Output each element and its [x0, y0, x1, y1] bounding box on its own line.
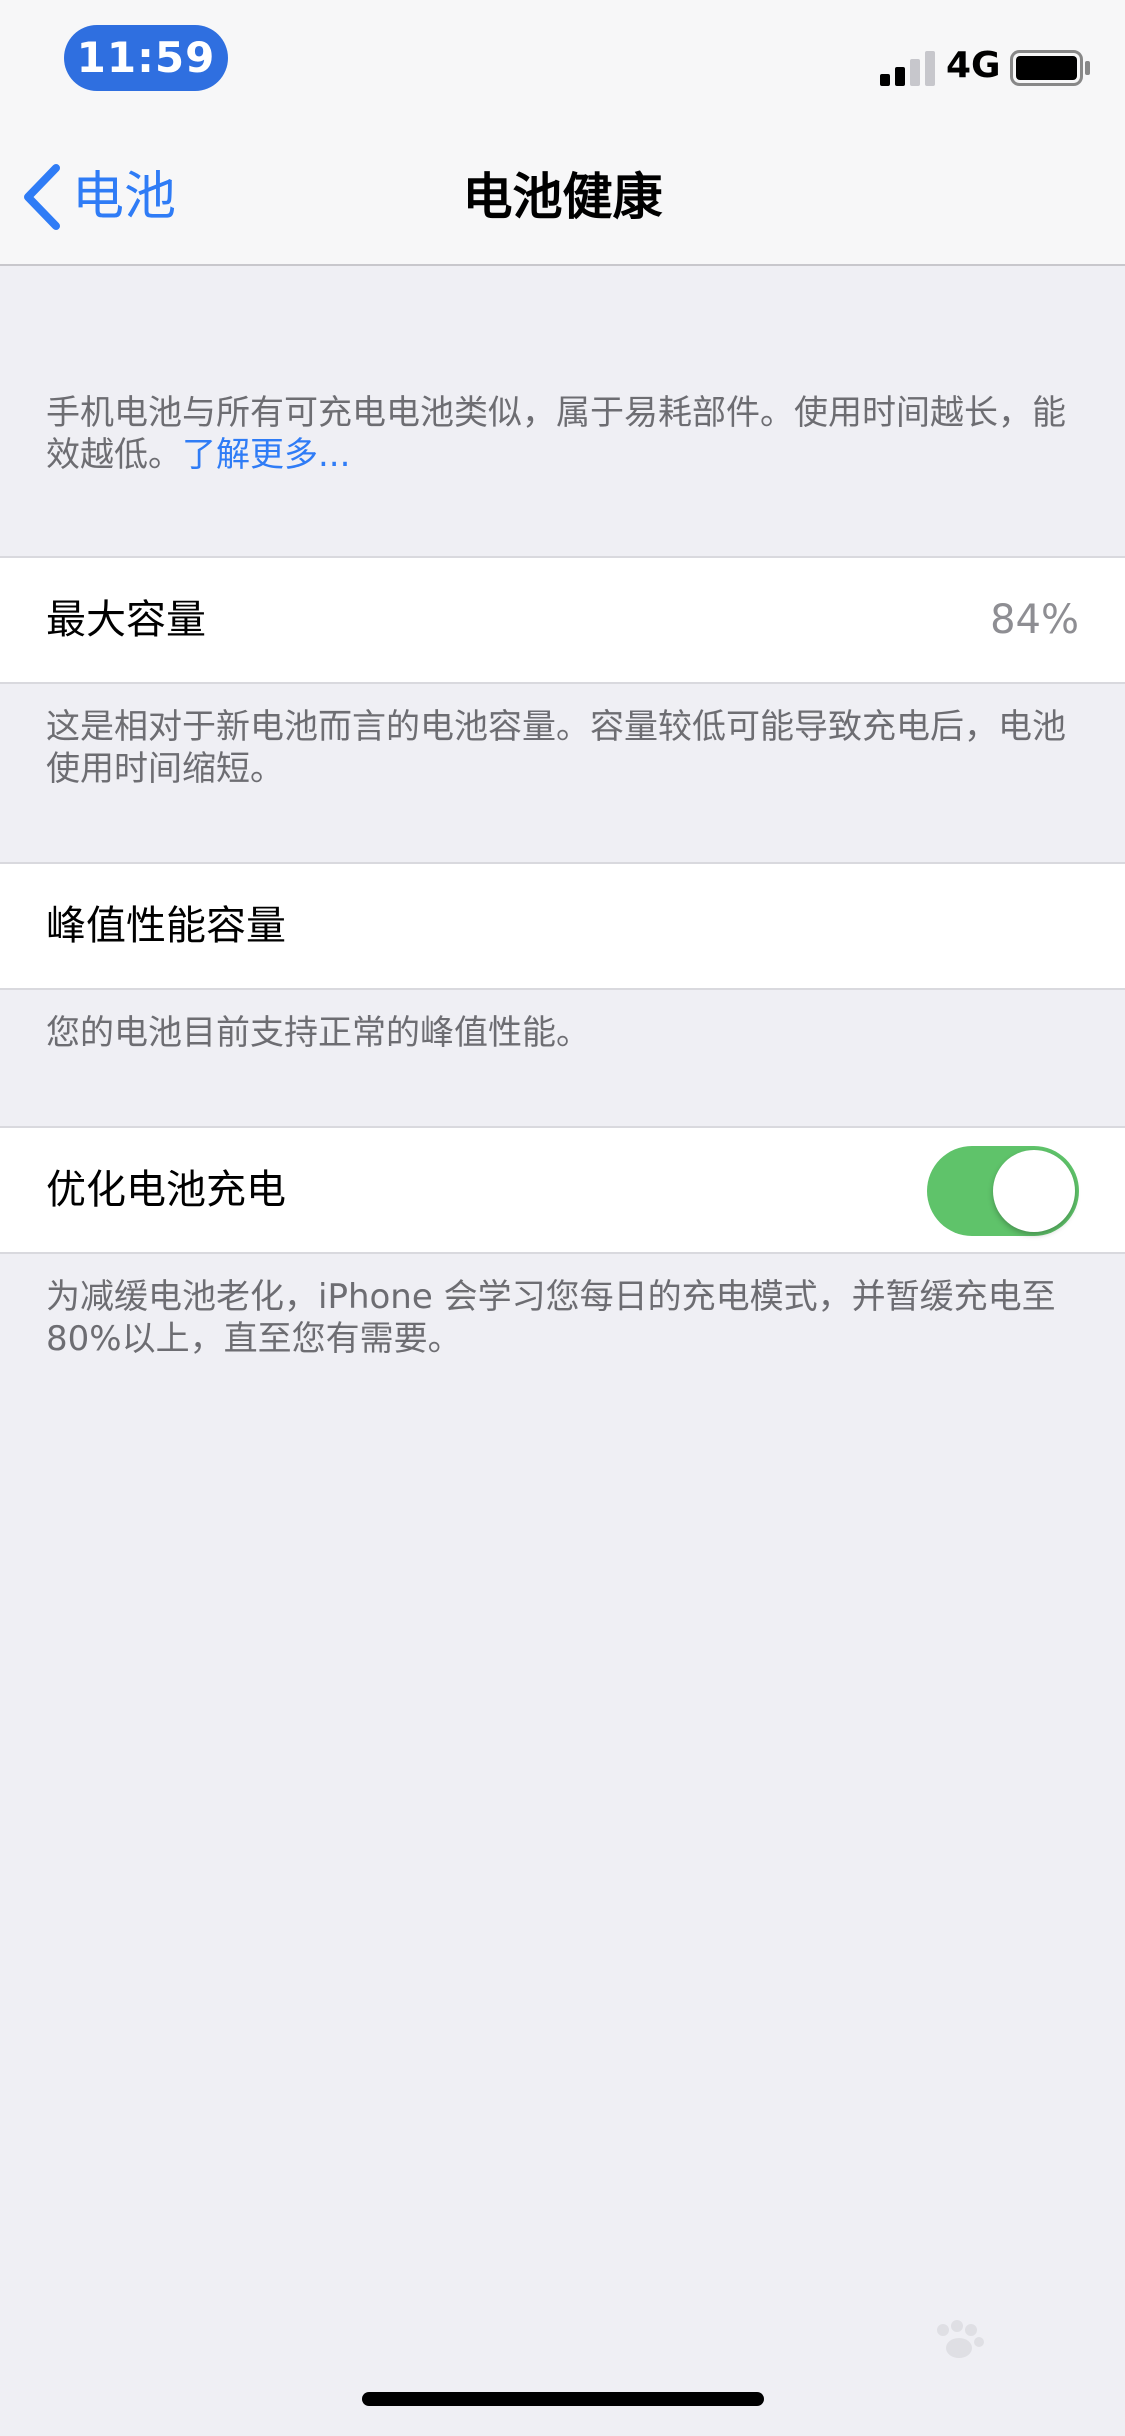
status-time[interactable]: 11:59 — [64, 25, 228, 91]
learn-more-link[interactable]: 了解更多... — [182, 435, 350, 475]
network-type-label: 4G — [946, 45, 1001, 86]
optimized-charging-cell: 优化电池充电 — [0, 1126, 1125, 1254]
max-capacity-value: 84% — [990, 597, 1079, 643]
page-title: 电池健康 — [462, 168, 663, 226]
intro-note: 手机电池与所有可充电电池类似，属于易耗部件。使用时间越长，能效越低。了解更多..… — [46, 392, 1076, 476]
peak-performance-cell: 峰值性能容量 — [0, 862, 1125, 990]
status-bar: 11:59 4G — [0, 0, 1125, 120]
cellular-signal-icon — [880, 50, 936, 86]
max-capacity-label: 最大容量 — [46, 597, 206, 643]
max-capacity-note: 这是相对于新电池而言的电池容量。容量较低可能导致充电后，电池使用时间缩短。 — [46, 707, 1066, 789]
toggle-knob — [993, 1150, 1075, 1232]
navigation-bar: 电池 电池健康 — [0, 120, 1125, 266]
max-capacity-cell: 最大容量 84% — [0, 556, 1125, 684]
optimized-charging-toggle[interactable] — [927, 1146, 1079, 1236]
baidu-jingyan-watermark — [937, 2320, 984, 2358]
home-indicator[interactable] — [362, 2392, 764, 2406]
battery-health-screen: 11:59 4G 电池 电池健康 手机电池与所有可充电电池类似，属于易耗部件。使… — [0, 0, 1125, 2436]
peak-performance-label: 峰值性能容量 — [46, 903, 286, 949]
optimized-charging-label: 优化电池充电 — [46, 1167, 286, 1213]
optimized-charging-note: 为减缓电池老化，iPhone 会学习您每日的充电模式，并暂缓充电至 80%以上，… — [46, 1277, 1056, 1359]
battery-icon — [1010, 50, 1090, 86]
peak-performance-note: 您的电池目前支持正常的峰值性能。 — [46, 1013, 590, 1053]
